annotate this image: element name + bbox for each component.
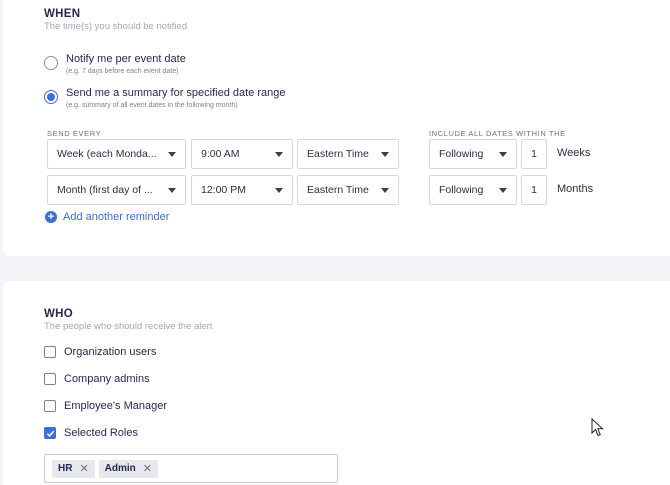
radio-hint: (e.g. 7 days before each event date): [66, 68, 179, 75]
checkbox-selected-roles[interactable]: Selected Roles: [44, 427, 138, 439]
checkbox-label: Company admins: [64, 373, 150, 385]
count-input[interactable]: 1: [521, 175, 547, 205]
chevron-down-icon: [275, 152, 283, 157]
when-subtitle: The time(s) you should be notified: [44, 21, 188, 32]
checkbox-organization-users[interactable]: Organization users: [44, 346, 156, 358]
plus-circle-icon: +: [45, 211, 57, 223]
chevron-down-icon: [168, 152, 176, 157]
include-dates-header: INCLUDE ALL DATES WITHIN THE: [429, 129, 566, 138]
count-input[interactable]: 1: [521, 139, 547, 169]
checkbox-label: Selected Roles: [64, 427, 138, 439]
direction-value: Following: [439, 148, 484, 160]
timezone-value: Eastern Time: [307, 148, 369, 160]
checkbox[interactable]: [44, 400, 56, 412]
time-value: 12:00 PM: [201, 184, 246, 196]
close-icon[interactable]: ✕: [143, 462, 152, 475]
radio-per-event[interactable]: Notify me per event date (e.g. 7 days be…: [44, 53, 186, 75]
when-title: WHEN: [44, 8, 81, 20]
radio-button-selected[interactable]: [44, 90, 58, 104]
radio-label: Send me a summary for specified date ran…: [66, 87, 286, 99]
checkbox-label: Employee's Manager: [64, 400, 167, 412]
radio-label: Notify me per event date: [66, 53, 186, 65]
checkbox[interactable]: [44, 346, 56, 358]
who-subtitle: The people who should receive the alert: [44, 321, 213, 332]
who-title: WHO: [44, 308, 74, 320]
close-icon[interactable]: ✕: [79, 462, 88, 475]
checkmark-icon: [46, 430, 54, 437]
direction-select[interactable]: Following: [429, 175, 517, 205]
chevron-down-icon: [381, 188, 389, 193]
unit-label: Months: [557, 183, 594, 195]
checkbox-checked[interactable]: [44, 427, 56, 439]
checkbox[interactable]: [44, 373, 56, 385]
checkbox-company-admins[interactable]: Company admins: [44, 373, 150, 385]
chevron-down-icon: [381, 152, 389, 157]
timezone-value: Eastern Time: [307, 184, 369, 196]
add-reminder-button[interactable]: + Add another reminder: [45, 211, 169, 223]
timezone-select[interactable]: Eastern Time: [297, 139, 399, 169]
frequency-select[interactable]: Week (each Monda...: [47, 139, 186, 169]
role-tag: Admin ✕: [98, 459, 158, 478]
role-tag-label: Admin: [104, 463, 136, 474]
chevron-down-icon: [168, 188, 176, 193]
radio-summary[interactable]: Send me a summary for specified date ran…: [44, 87, 286, 109]
frequency-value: Month (first day of ...: [57, 184, 153, 196]
role-tag-label: HR: [58, 463, 73, 474]
time-select[interactable]: 12:00 PM: [191, 175, 293, 205]
chevron-down-icon: [275, 188, 283, 193]
checkbox-employees-manager[interactable]: Employee's Manager: [44, 400, 167, 412]
chevron-down-icon: [499, 188, 507, 193]
add-reminder-label: Add another reminder: [63, 211, 170, 223]
radio-button-unselected[interactable]: [44, 56, 58, 70]
checkbox-label: Organization users: [64, 346, 157, 358]
role-tag: HR ✕: [52, 459, 95, 478]
unit-label: Weeks: [557, 147, 591, 159]
radio-hint: (e.g. summary of all event dates in the …: [66, 102, 238, 109]
timezone-select[interactable]: Eastern Time: [297, 175, 399, 205]
frequency-value: Week (each Monda...: [57, 148, 157, 160]
mouse-cursor-icon: [591, 418, 604, 437]
time-value: 9:00 AM: [201, 148, 240, 160]
chevron-down-icon: [499, 152, 507, 157]
direction-select[interactable]: Following: [429, 139, 517, 169]
send-every-header: SEND EVERY: [47, 129, 102, 138]
time-select[interactable]: 9:00 AM: [191, 139, 293, 169]
direction-value: Following: [439, 184, 484, 196]
frequency-select[interactable]: Month (first day of ...: [47, 175, 186, 205]
roles-tag-input[interactable]: HR ✕ Admin ✕: [44, 454, 338, 483]
